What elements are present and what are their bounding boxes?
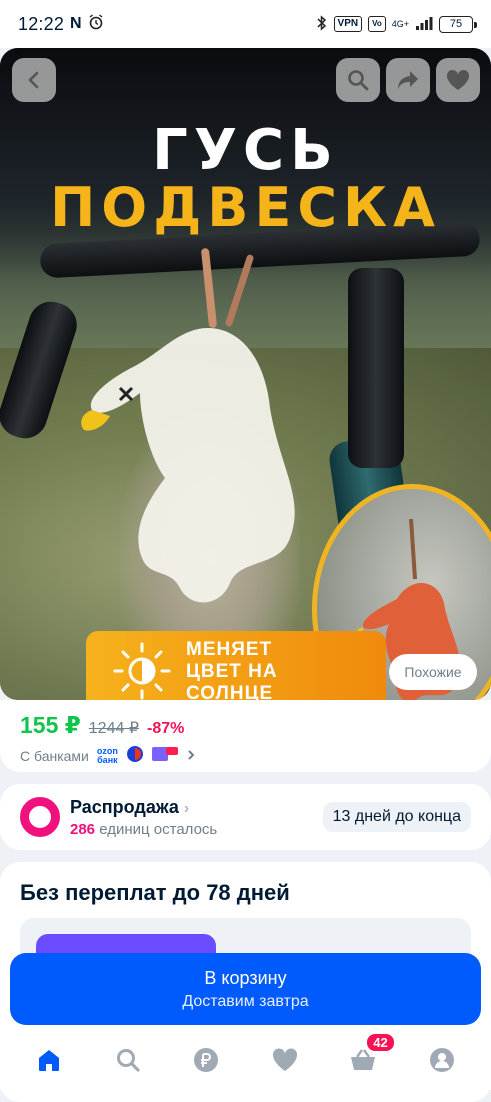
bottom-tab-bar: 42 [0, 1030, 491, 1090]
favorite-button[interactable] [436, 58, 480, 102]
sale-info: Распродажа › 286 единиц осталось [70, 797, 323, 838]
hero-title-line2: ПОДВЕСКА [50, 176, 441, 239]
sale-units-count: 286 [70, 820, 96, 838]
tab-cart[interactable]: 42 [343, 1032, 396, 1080]
badge-line2: ЦВЕТ НА [186, 661, 278, 682]
badge-line1: МЕНЯЕТ [186, 639, 273, 660]
cart-badge: 42 [365, 1032, 396, 1053]
sale-ring-icon [20, 797, 60, 837]
color-change-badge: МЕНЯЕТ ЦВЕТ НА СОЛНЦЕ [86, 631, 386, 700]
bank-card-icon [151, 746, 178, 765]
add-to-cart-button[interactable]: В корзину Доставим завтра [10, 953, 481, 1025]
bank-logo-icon [126, 745, 144, 766]
volte-icon: Vo [368, 16, 386, 32]
ruble-icon [194, 1048, 219, 1072]
tab-home[interactable] [29, 1040, 69, 1080]
battery-icon: 75 [439, 15, 477, 33]
bluetooth-icon [316, 14, 328, 34]
app-notification-icon: Ν [70, 15, 82, 32]
current-price: 155 ₽ [20, 712, 81, 738]
bank-offers[interactable]: С банками ozon банк [20, 745, 471, 766]
hero-title-line1: ГУСЬ [152, 118, 339, 183]
badge-text: МЕНЯЕТ ЦВЕТ НА СОЛНЦЕ [186, 639, 278, 700]
status-time: 12:22 [18, 13, 65, 34]
chevron-left-icon [28, 71, 39, 89]
badge-line3: СОЛНЦЕ [186, 683, 274, 700]
heart-icon [446, 69, 470, 90]
tab-profile[interactable] [422, 1040, 462, 1080]
add-to-cart-label: В корзину [204, 967, 287, 988]
tab-search[interactable] [108, 1040, 148, 1080]
old-price: 1244 ₽ [88, 720, 139, 737]
sale-subtitle: 286 единиц осталось [70, 821, 323, 838]
heart-icon [272, 1048, 297, 1071]
sale-units-label: единиц осталось [99, 820, 218, 838]
discount-badge: -87% [147, 720, 185, 737]
search-button[interactable] [336, 58, 380, 102]
product-image[interactable]: ГУСЬ ПОДВЕСКА МЕНЯЕТ ЦВЕТ НА СОЛНЦЕ [0, 48, 491, 700]
search-icon [116, 1049, 140, 1072]
status-left: 12:22 Ν [18, 14, 104, 35]
profile-icon [429, 1048, 454, 1072]
alarm-icon [88, 13, 104, 35]
sale-card[interactable]: Распродажа › 286 единиц осталось 13 дней… [0, 784, 491, 850]
chevron-right-icon [186, 748, 196, 764]
signal-icon [415, 16, 433, 33]
tab-favorites[interactable] [265, 1040, 305, 1080]
sun-icon [113, 642, 171, 700]
vpn-indicator: VPN [333, 16, 363, 32]
ozon-bank-logo: ozon банк [96, 745, 118, 765]
status-bar: 12:22 Ν VPN Vo 4G+ 75 [0, 0, 491, 48]
sale-title: Распродажа [70, 796, 179, 817]
price-row: 155 ₽ 1244 ₽ -87% [20, 712, 471, 739]
share-button[interactable] [386, 58, 430, 102]
banks-label: С банками [20, 747, 89, 764]
home-icon [39, 1050, 60, 1071]
search-icon [348, 70, 369, 91]
installment-title: Без переплат до 78 дней [20, 880, 290, 905]
chevron-right-icon: › [183, 799, 190, 817]
tab-finance[interactable] [186, 1040, 226, 1080]
sale-days-left: 13 дней до конца [322, 802, 471, 832]
bike-stem [348, 268, 404, 468]
share-icon [398, 71, 418, 89]
status-right: VPN Vo 4G+ 75 [316, 14, 477, 34]
sale-title-row: Распродажа › [70, 797, 323, 818]
similar-button[interactable]: Похожие [389, 654, 477, 690]
network-type: 4G+ [391, 19, 409, 29]
delivery-label: Доставим завтра [182, 992, 309, 1010]
goose-pendant-illustration [81, 328, 295, 603]
back-button[interactable] [12, 58, 56, 102]
battery-level: 75 [449, 18, 463, 30]
price-card: 155 ₽ 1244 ₽ -87% С банками ozon банк [0, 700, 491, 772]
